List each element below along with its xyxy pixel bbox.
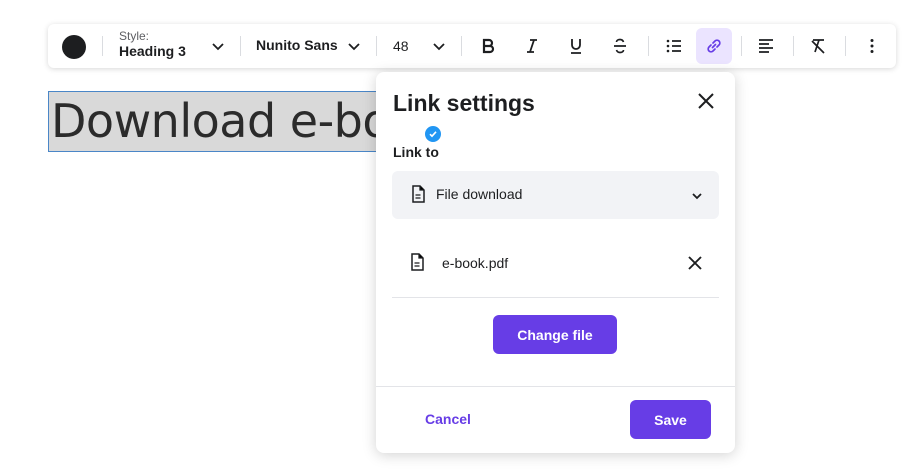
save-button[interactable]: Save [630, 400, 711, 439]
toolbar-divider [741, 36, 742, 56]
text-formatting-toolbar: Style: Heading 3 Nunito Sans 48 [48, 24, 896, 68]
chevron-down-icon[interactable] [429, 36, 449, 56]
change-file-button[interactable]: Change file [493, 315, 617, 354]
toolbar-divider [240, 36, 241, 56]
style-label: Style: [119, 29, 150, 43]
style-value: Heading 3 [119, 43, 186, 59]
document-icon [409, 253, 425, 276]
chevron-down-icon[interactable] [344, 36, 364, 56]
link-button[interactable] [696, 28, 732, 64]
underline-icon [571, 39, 581, 54]
bold-icon [482, 38, 495, 54]
toolbar-divider [376, 36, 377, 56]
align-button[interactable] [748, 28, 784, 64]
selected-heading-block[interactable]: Download e-book [48, 91, 408, 152]
italic-icon [527, 39, 537, 53]
footer-divider [376, 386, 735, 387]
toolbar-divider [793, 36, 794, 56]
toolbar-divider [461, 36, 462, 56]
clear-formatting-button[interactable] [800, 28, 836, 64]
heading-text[interactable]: Download e-book [51, 94, 407, 148]
link-to-label: Link to [393, 144, 439, 160]
strikethrough-button[interactable] [602, 28, 638, 64]
document-icon [410, 185, 426, 208]
bold-button[interactable] [470, 28, 506, 64]
underline-button[interactable] [558, 28, 594, 64]
more-options-button[interactable] [854, 28, 890, 64]
link-type-select[interactable]: File download [392, 171, 719, 219]
close-icon[interactable] [695, 90, 717, 112]
link-icon [707, 39, 721, 53]
cancel-button[interactable]: Cancel [412, 401, 484, 437]
font-family-selector[interactable]: Nunito Sans [256, 37, 338, 53]
bulleted-list-button[interactable] [656, 28, 692, 64]
toolbar-divider [648, 36, 649, 56]
italic-button[interactable] [514, 28, 550, 64]
font-size-selector[interactable]: 48 [393, 38, 409, 54]
clear-formatting-icon [811, 39, 825, 54]
font-name: Nunito Sans [256, 37, 338, 53]
align-left-icon [759, 39, 773, 53]
chevron-down-icon [687, 185, 707, 210]
toolbar-divider [102, 36, 103, 56]
toolbar-divider [845, 36, 846, 56]
text-color-swatch[interactable] [62, 35, 86, 59]
dialog-title: Link settings [393, 90, 535, 116]
file-name: e-book.pdf [442, 255, 509, 271]
selected-file-row: e-book.pdf [392, 235, 719, 298]
link-type-value: File download [436, 186, 523, 202]
chevron-down-icon[interactable] [208, 36, 228, 56]
checkmark-badge-icon [423, 124, 443, 144]
remove-file-icon[interactable] [684, 252, 706, 274]
more-vertical-icon [870, 39, 874, 53]
style-selector[interactable]: Style: Heading 3 [119, 29, 186, 60]
strikethrough-icon [614, 38, 626, 54]
bulleted-list-icon [666, 39, 681, 53]
font-size-value: 48 [393, 38, 409, 54]
